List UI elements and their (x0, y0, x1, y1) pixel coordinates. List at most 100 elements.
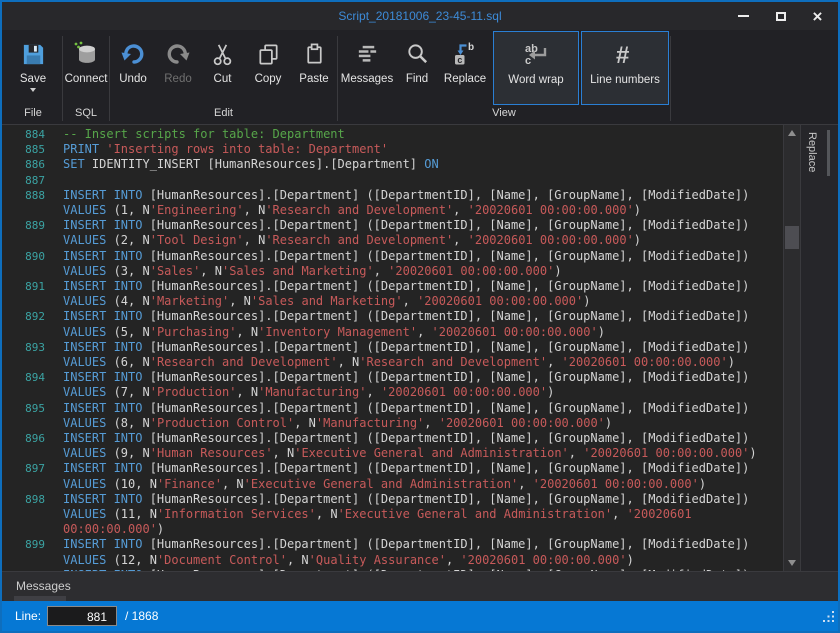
code-line[interactable]: 894 INSERT INTO [HumanResources].[Departm… (2, 370, 782, 400)
code-text[interactable]: INSERT INTO [HumanResources].[Department… (63, 340, 771, 370)
group-label-file: File (24, 107, 42, 119)
svg-text:c: c (525, 55, 531, 67)
cut-label: Cut (213, 73, 232, 85)
ribbon-group-view: Messages Find b c Replace ab c Word wrap… (338, 30, 670, 124)
svg-text:b: b (468, 42, 474, 53)
svg-text:#: # (616, 42, 629, 68)
replace-label: Replace (443, 73, 487, 85)
copy-button[interactable]: Copy (245, 30, 291, 107)
minimize-icon (738, 15, 749, 17)
clipboard-icon (302, 36, 327, 72)
scrollbar-thumb[interactable] (785, 226, 799, 249)
undo-icon (120, 36, 146, 72)
word-wrap-toggle[interactable]: ab c Word wrap (493, 31, 579, 105)
line-number: 896 (25, 432, 45, 446)
code-line[interactable]: 899 INSERT INTO [HumanResources].[Departm… (2, 537, 782, 567)
code-line[interactable]: 896 INSERT INTO [HumanResources].[Departm… (2, 431, 782, 461)
paste-button[interactable]: Paste (291, 30, 337, 107)
code-text[interactable]: INSERT INTO [HumanResources].[Department… (63, 249, 771, 279)
line-number: 892 (25, 310, 45, 324)
copy-icon (256, 36, 281, 72)
code-text[interactable]: INSERT INTO [HumanResources].[Department… (63, 309, 771, 339)
ribbon-group-edit: Undo Redo Cut Copy Paste Edit (110, 30, 337, 124)
line-number: 885 (25, 143, 45, 157)
arrow-down-icon (788, 560, 796, 566)
code-line[interactable]: 897 INSERT INTO [HumanResources].[Departm… (2, 461, 782, 491)
paste-label: Paste (299, 73, 329, 85)
line-numbers-toggle[interactable]: # Line numbers (581, 31, 669, 105)
code-line[interactable]: 892 INSERT INTO [HumanResources].[Departm… (2, 309, 782, 339)
minimize-button[interactable] (725, 2, 762, 30)
code-line[interactable]: 890 INSERT INTO [HumanResources].[Departm… (2, 249, 782, 279)
line-numbers-label: Line numbers (590, 74, 660, 86)
close-icon: × (812, 6, 823, 26)
ribbon-group-file: Save File (4, 30, 62, 124)
line-number: 889 (25, 219, 45, 233)
messages-label: Messages (340, 73, 394, 85)
group-label-view: View (492, 107, 516, 119)
status-bar: Line: 881 / 1868 (2, 601, 838, 631)
redo-button[interactable]: Redo (156, 30, 200, 107)
line-total: / 1868 (125, 609, 159, 623)
resize-grip-icon[interactable] (823, 610, 835, 628)
code-line[interactable]: 889 INSERT INTO [HumanResources].[Departm… (2, 218, 782, 248)
title-bar[interactable]: Script_20181006_23-45-11.sql × (2, 2, 838, 30)
svg-text:c: c (457, 55, 462, 65)
code-text[interactable] (63, 173, 771, 188)
database-icon (73, 36, 99, 72)
scroll-up-button[interactable] (784, 125, 800, 141)
code-line[interactable]: 885 PRINT 'Inserting rows into table: Dep… (2, 142, 782, 157)
code-text[interactable]: INSERT INTO [HumanResources].[Department… (63, 461, 771, 491)
code-line[interactable]: 891 INSERT INTO [HumanResources].[Departm… (2, 279, 782, 309)
line-number: 893 (25, 340, 45, 354)
close-button[interactable]: × (799, 2, 836, 30)
ribbon-group-sql: Connect SQL (63, 30, 109, 124)
code-text[interactable]: INSERT INTO [HumanResources].[Department… (63, 279, 771, 309)
scroll-down-button[interactable] (784, 555, 800, 571)
code-line[interactable]: 888 INSERT INTO [HumanResources].[Departm… (2, 188, 782, 218)
copy-label: Copy (254, 73, 282, 85)
save-button[interactable]: Save (4, 30, 62, 107)
messages-button[interactable]: Messages (338, 30, 396, 107)
code-line[interactable]: 895 INSERT INTO [HumanResources].[Departm… (2, 401, 782, 431)
code-text[interactable]: PRINT 'Inserting rows into table: Depart… (63, 142, 771, 157)
code-line[interactable]: 886 SET IDENTITY_INSERT [HumanResources].… (2, 157, 782, 172)
replace-button[interactable]: b c Replace (438, 30, 492, 107)
connect-label: Connect (64, 73, 108, 85)
messages-panel: Messages (2, 571, 838, 601)
cut-button[interactable]: Cut (200, 30, 245, 107)
code-text[interactable]: SET IDENTITY_INSERT [HumanResources].[De… (63, 157, 771, 172)
code-text[interactable]: INSERT INTO [HumanResources].[Department… (63, 370, 771, 400)
group-separator (670, 36, 671, 121)
code-text[interactable]: INSERT INTO [HumanResources].[Department… (63, 537, 771, 567)
code-line[interactable]: 893 INSERT INTO [HumanResources].[Departm… (2, 340, 782, 370)
code-text[interactable]: INSERT INTO [HumanResources].[Department… (63, 188, 771, 218)
code-area[interactable]: 884 -- Insert scripts for table: Departme… (2, 127, 782, 571)
app-window: Script_20181006_23-45-11.sql × Save File… (0, 0, 840, 633)
line-number: 899 (25, 538, 45, 552)
undo-label: Undo (119, 73, 147, 85)
line-number: 898 (25, 492, 45, 506)
code-line[interactable]: 887 (2, 173, 782, 188)
code-line[interactable]: 898 INSERT INTO [HumanResources].[Departm… (2, 492, 782, 538)
replace-icon: b c (452, 36, 478, 72)
sql-editor[interactable]: 884 -- Insert scripts for table: Departme… (2, 125, 801, 571)
tab-replace-panel[interactable]: Replace (806, 132, 818, 172)
save-icon (21, 36, 46, 72)
ribbon-toolbar: Save File Connect SQL Undo Redo Cut Copy… (2, 30, 838, 125)
connect-button[interactable]: Connect (63, 30, 109, 107)
code-text[interactable]: INSERT INTO [HumanResources].[Department… (63, 492, 771, 538)
line-number-input[interactable]: 881 (47, 606, 117, 626)
code-line[interactable]: 884 -- Insert scripts for table: Departme… (2, 127, 782, 142)
window-title: Script_20181006_23-45-11.sql (338, 9, 502, 23)
code-text[interactable]: -- Insert scripts for table: Department (63, 127, 771, 142)
redo-label: Redo (164, 73, 192, 85)
word-wrap-label: Word wrap (508, 74, 564, 86)
vertical-scrollbar[interactable] (783, 125, 800, 571)
undo-button[interactable]: Undo (110, 30, 156, 107)
find-button[interactable]: Find (396, 30, 438, 107)
code-text[interactable]: INSERT INTO [HumanResources].[Department… (63, 218, 771, 248)
maximize-button[interactable] (762, 2, 799, 30)
code-text[interactable]: INSERT INTO [HumanResources].[Department… (63, 431, 771, 461)
code-text[interactable]: INSERT INTO [HumanResources].[Department… (63, 401, 771, 431)
